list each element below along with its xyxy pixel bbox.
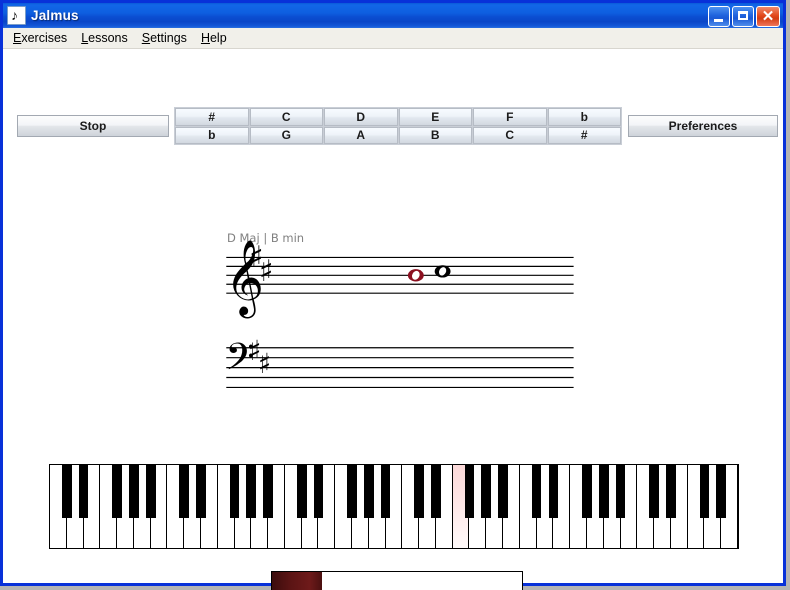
black-key[interactable] [481, 465, 492, 518]
black-key[interactable] [380, 465, 391, 518]
window-controls: ✕ [708, 6, 780, 27]
note-button-bottom-3[interactable]: B [398, 126, 472, 144]
window-title: Jalmus [31, 8, 79, 23]
black-key[interactable] [649, 465, 659, 518]
black-key[interactable] [246, 465, 257, 518]
close-icon: ✕ [761, 8, 775, 25]
bass-key-signature: ♯ ♯ [248, 334, 271, 380]
black-key[interactable] [464, 465, 475, 518]
black-key[interactable] [414, 465, 425, 518]
note-button-top-2[interactable]: D [324, 108, 398, 126]
progress-bar-fill [272, 572, 322, 590]
black-key[interactable] [263, 465, 273, 518]
black-key[interactable] [431, 465, 441, 518]
note-button-bottom-4[interactable]: C [473, 126, 547, 144]
black-key[interactable] [196, 465, 206, 518]
black-key[interactable] [615, 465, 626, 518]
bass-staff-lines [226, 347, 574, 389]
menu-item-lessons[interactable]: Lessons [75, 29, 136, 47]
black-key[interactable] [531, 465, 542, 518]
progress-bar [271, 571, 523, 590]
screen: ♪ Jalmus ✕ Exercises Lessons Settings He… [0, 0, 790, 590]
treble-staff-lines [226, 256, 574, 294]
menu-label-exercises: xercises [21, 31, 68, 45]
note-button-bottom-1[interactable]: G [249, 126, 323, 144]
note-button-top-0[interactable]: # [175, 108, 249, 126]
note-button-top-3[interactable]: E [398, 108, 472, 126]
black-key[interactable] [313, 465, 324, 518]
svg-text:𝄞: 𝄞 [225, 240, 264, 319]
music-note-icon: ♪ [7, 6, 26, 25]
black-key[interactable] [582, 465, 592, 518]
treble-key-signature: ♯ ♯ [249, 240, 273, 289]
sharp-icon: ♯ [259, 254, 273, 289]
treble-clef-icon: 𝄞 [225, 240, 264, 319]
note-button-grid: # C D E Fb b G A B C # [174, 107, 622, 145]
note-button-bottom-5[interactable]: # [547, 126, 621, 144]
black-key[interactable] [112, 465, 122, 518]
black-key[interactable] [666, 465, 676, 518]
menu-item-settings[interactable]: Settings [136, 29, 195, 47]
black-key[interactable] [61, 465, 72, 518]
menu-label-settings: ettings [150, 31, 187, 45]
note-button-top-4[interactable]: F [473, 108, 547, 126]
black-key[interactable] [179, 465, 190, 518]
black-key[interactable] [716, 465, 727, 518]
sharp-icon: ♯ [249, 240, 263, 275]
menu-item-exercises[interactable]: Exercises [7, 29, 75, 47]
maximize-button[interactable] [732, 6, 754, 27]
note-button-top-1[interactable]: C [249, 108, 323, 126]
black-key[interactable] [347, 465, 357, 518]
black-key[interactable] [296, 465, 307, 518]
black-key[interactable] [548, 465, 559, 518]
title-bar[interactable]: ♪ Jalmus ✕ [3, 0, 783, 28]
black-key[interactable] [699, 465, 710, 518]
note-red [407, 269, 424, 282]
bass-clef-icon: 𝄢 [225, 335, 254, 388]
sharp-icon: ♯ [248, 334, 261, 367]
note-black [434, 265, 451, 278]
close-button[interactable]: ✕ [756, 6, 780, 27]
application-body: Stop Preferences # C D E Fb b G A B C # D Maj | B … [3, 49, 783, 590]
black-key[interactable] [498, 465, 508, 518]
note-button-top-5[interactable]: b [547, 108, 621, 126]
black-key[interactable] [129, 465, 139, 518]
sharp-icon: ♯ [258, 347, 271, 380]
stop-button[interactable]: Stop [17, 115, 169, 137]
black-key[interactable] [229, 465, 240, 518]
application-window: ♪ Jalmus ✕ Exercises Lessons Settings He… [0, 0, 786, 590]
menu-bar: Exercises Lessons Settings Help [3, 28, 783, 49]
menu-item-help[interactable]: Help [195, 29, 235, 47]
note-button-bottom-2[interactable]: A [324, 126, 398, 144]
black-key[interactable] [363, 465, 374, 518]
black-key[interactable] [78, 465, 89, 518]
black-key[interactable] [145, 465, 156, 518]
key-signature-label: D Maj | B min [227, 231, 305, 245]
treble-notes [407, 265, 451, 282]
svg-text:𝄢: 𝄢 [225, 335, 254, 388]
menu-label-lessons: essons [88, 31, 128, 45]
black-key[interactable] [598, 465, 609, 518]
preferences-button[interactable]: Preferences [628, 115, 778, 137]
menu-label-help: elp [209, 31, 227, 45]
minimize-button[interactable] [708, 6, 730, 27]
piano-keyboard[interactable] [49, 464, 739, 549]
note-button-bottom-0[interactable]: b [175, 126, 249, 144]
